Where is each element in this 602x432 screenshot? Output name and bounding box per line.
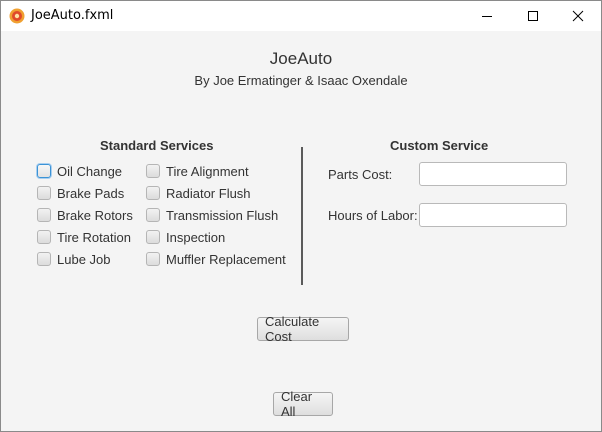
transmission-flush-checkbox[interactable]: Transmission Flush: [146, 205, 278, 225]
custom-service-heading: Custom Service: [390, 138, 489, 153]
checkbox-box[interactable]: [37, 252, 51, 266]
window-title: JoeAuto.fxml: [31, 8, 114, 23]
hours-of-labor-label: Hours of Labor:: [328, 208, 418, 223]
checkbox-label[interactable]: Lube Job: [57, 252, 111, 267]
tire-alignment-checkbox[interactable]: Tire Alignment: [146, 161, 249, 181]
checkbox-label[interactable]: Radiator Flush: [166, 186, 251, 201]
app-window: JoeAuto.fxml JoeAuto By Joe Ermatinger &…: [0, 0, 602, 432]
radiator-flush-checkbox[interactable]: Radiator Flush: [146, 183, 251, 203]
page-title: JoeAuto: [269, 49, 333, 68]
checkbox-label[interactable]: Muffler Replacement: [166, 252, 286, 267]
section-divider: [301, 147, 303, 285]
checkbox-label[interactable]: Transmission Flush: [166, 208, 278, 223]
app-icon: [9, 8, 25, 24]
minimize-button[interactable]: [464, 1, 510, 31]
checkbox-label[interactable]: Oil Change: [57, 164, 122, 179]
checkbox-box[interactable]: [146, 164, 160, 178]
checkbox-box[interactable]: [37, 186, 51, 200]
minimize-icon: [482, 16, 492, 17]
muffler-replacement-checkbox[interactable]: Muffler Replacement: [146, 249, 286, 269]
title-bar[interactable]: JoeAuto.fxml: [1, 1, 601, 31]
calculate-cost-button[interactable]: Calculate Cost: [257, 314, 349, 344]
brake-pads-checkbox[interactable]: Brake Pads: [37, 183, 124, 203]
checkbox-box[interactable]: [146, 252, 160, 266]
tire-rotation-checkbox[interactable]: Tire Rotation: [37, 227, 131, 247]
checkbox-box[interactable]: [146, 208, 160, 222]
maximize-button[interactable]: [510, 1, 556, 31]
standard-services-heading: Standard Services: [100, 138, 214, 153]
checkbox-box[interactable]: [37, 208, 51, 222]
close-button[interactable]: [555, 1, 601, 31]
parts-cost-input[interactable]: [419, 162, 567, 186]
hours-of-labor-input[interactable]: [419, 203, 567, 227]
lube-job-checkbox[interactable]: Lube Job: [37, 249, 111, 269]
checkbox-label[interactable]: Brake Pads: [57, 186, 124, 201]
checkbox-box[interactable]: [37, 230, 51, 244]
brake-rotors-checkbox[interactable]: Brake Rotors: [37, 205, 133, 225]
parts-cost-label: Parts Cost:: [328, 167, 393, 182]
main-content: JoeAuto By Joe Ermatinger & Isaac Oxenda…: [1, 31, 601, 431]
checkbox-label[interactable]: Tire Rotation: [57, 230, 131, 245]
inspection-checkbox[interactable]: Inspection: [146, 227, 225, 247]
checkbox-box[interactable]: [146, 230, 160, 244]
checkbox-label[interactable]: Brake Rotors: [57, 208, 133, 223]
checkbox-label[interactable]: Inspection: [166, 230, 225, 245]
checkbox-box[interactable]: [146, 186, 160, 200]
clear-all-button[interactable]: Clear All: [273, 389, 333, 419]
page-subtitle: By Joe Ermatinger & Isaac Oxendale: [194, 73, 408, 88]
checkbox-label[interactable]: Tire Alignment: [166, 164, 249, 179]
checkbox-box[interactable]: [37, 164, 51, 178]
close-icon: [572, 10, 584, 22]
maximize-icon: [528, 11, 538, 21]
oil-change-checkbox[interactable]: Oil Change: [37, 161, 122, 181]
